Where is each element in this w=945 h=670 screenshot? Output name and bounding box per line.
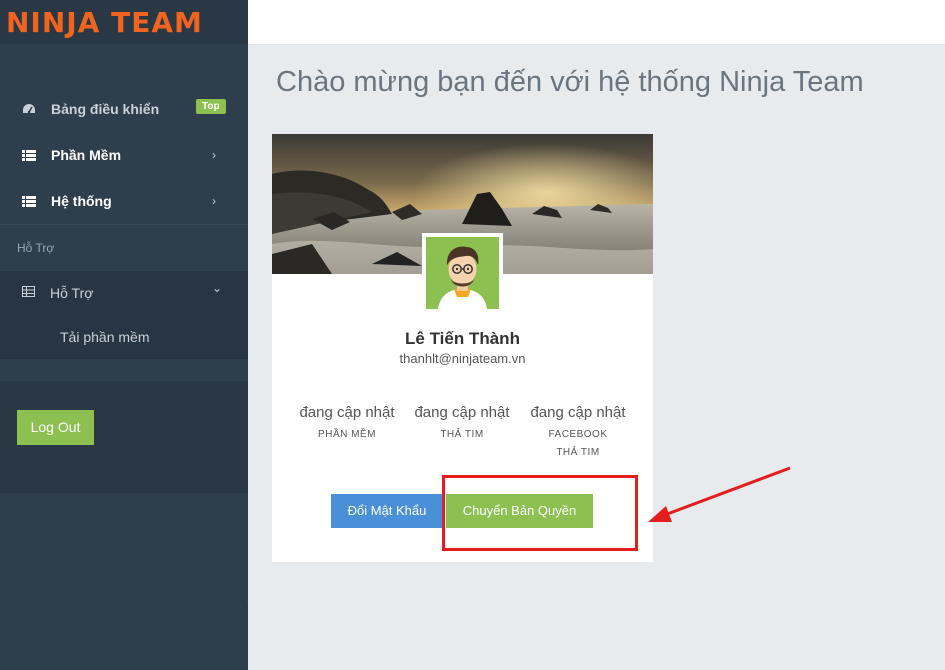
chevron-right-icon: › — [212, 148, 216, 162]
dashboard-icon — [22, 102, 36, 116]
sidebar-item-label: Hỗ Trợ — [50, 285, 94, 301]
top-bar — [248, 0, 945, 45]
grid-icon — [22, 148, 36, 162]
sidebar-item-support[interactable]: Hỗ Trợ ⌄ — [0, 271, 248, 315]
sidebar: NINJA TEAM Bảng điều khiển Top Phần Mềm … — [0, 0, 248, 670]
stat-facebook-likes: đang cập nhật FACEBOOK THẢ TIM — [528, 402, 628, 462]
logo[interactable]: NINJA TEAM — [0, 0, 248, 44]
divider — [0, 359, 248, 381]
stat-software: đang cập nhật PHẦN MỀM — [297, 402, 397, 444]
logout-area: Log Out — [0, 381, 248, 493]
stat-likes: đang cập nhật THẢ TIM — [412, 402, 512, 444]
scroll-mark-icon: ; — [246, 593, 249, 604]
section-label: Hỗ Trợ — [17, 241, 55, 255]
sidebar-item-label: Bảng điều khiển — [51, 101, 160, 117]
avatar — [422, 233, 503, 313]
arrow-icon — [648, 466, 791, 522]
page-title: Chào mừng bạn đến với hệ thống Ninja Tea… — [276, 66, 864, 98]
top-badge: Top — [196, 99, 226, 114]
change-password-button[interactable]: Đổi Mật Khẩu — [331, 494, 443, 528]
stat-value: đang cập nhật — [414, 404, 510, 421]
chevron-right-icon: › — [212, 194, 216, 208]
sidebar-item-label: Phần Mềm — [51, 147, 122, 163]
support-group: Hỗ Trợ ⌄ Tải phần mềm — [0, 271, 248, 359]
sidebar-item-label: Hệ thống — [51, 193, 112, 209]
profile-email: thanhlt@ninjateam.vn — [399, 351, 526, 366]
stat-label: THẢ TIM — [440, 429, 484, 440]
chevron-down-icon: ⌄ — [212, 281, 223, 295]
stat-label: PHẦN MỀM — [318, 429, 376, 440]
table-icon — [22, 286, 36, 300]
highlight-box — [442, 475, 638, 551]
stat-value: đang cập nhật — [530, 404, 626, 421]
stat-label: FACEBOOK THẢ TIM — [548, 429, 608, 458]
stat-value: đang cập nhật — [299, 404, 395, 421]
sidebar-item-system[interactable]: Hệ thống › — [0, 178, 248, 224]
sidebar-item-dashboard[interactable]: Bảng điều khiển Top — [0, 86, 248, 132]
sidebar-subitem-download[interactable]: Tải phần mềm — [0, 315, 248, 359]
sidebar-nav: Bảng điều khiển Top Phần Mềm › Hệ thống … — [0, 86, 248, 493]
profile-name: Lê Tiến Thành — [405, 329, 520, 348]
logout-button[interactable]: Log Out — [17, 410, 94, 445]
sidebar-item-software[interactable]: Phần Mềm › — [0, 132, 248, 178]
grid-icon — [22, 194, 36, 208]
